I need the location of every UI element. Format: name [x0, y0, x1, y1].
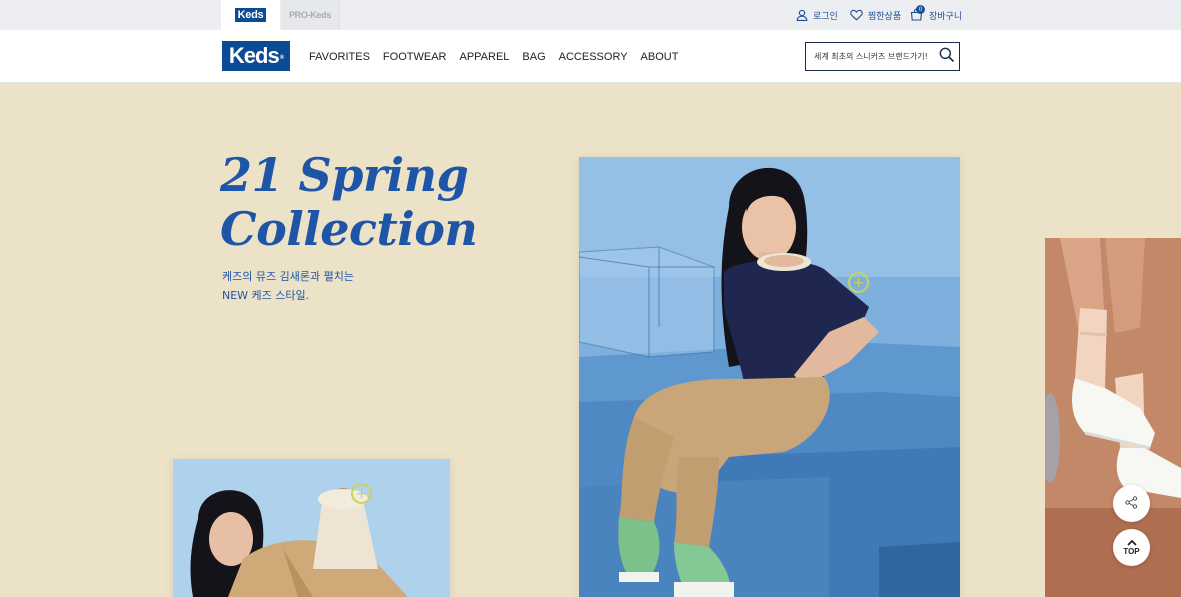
search-input[interactable]	[806, 52, 933, 61]
keds-logo[interactable]: Keds ®	[222, 41, 290, 71]
hero-subtitle-line-1: 케즈의 뮤즈 김새론과 펼치는	[222, 270, 354, 283]
keds-mini-logo: Keds	[234, 8, 267, 22]
brand-tab-pro-keds[interactable]: PRO-Keds	[281, 0, 340, 30]
nav-about[interactable]: ABOUT	[641, 51, 679, 63]
main-header: Keds ® FAVORITES FOOTWEAR APPAREL BAG ACC…	[0, 30, 1181, 83]
user-icon	[796, 9, 808, 21]
main-nav: FAVORITES FOOTWEAR APPAREL BAG ACCESSORY…	[309, 30, 691, 83]
cart-icon: 0	[910, 5, 925, 22]
nav-bag[interactable]: BAG	[522, 51, 545, 63]
hero-subtitle: 케즈의 뮤즈 김새론과 펼치는 NEW 케즈 스타일.	[222, 267, 354, 305]
top-label: TOP	[1123, 546, 1140, 556]
scroll-top-button[interactable]: TOP	[1113, 529, 1150, 566]
login-label: 로그인	[813, 11, 838, 22]
logo-text: Keds	[228, 43, 280, 68]
cart-label: 장바구니	[929, 11, 963, 22]
cart-link[interactable]: 0 장바구니	[910, 0, 962, 30]
wishlist-label: 찜한상품	[868, 11, 902, 22]
nav-accessory[interactable]: ACCESSORY	[559, 51, 628, 63]
share-icon	[1125, 494, 1138, 513]
nav-apparel[interactable]: APPAREL	[459, 51, 509, 63]
main-hero-photo[interactable]: +	[579, 157, 960, 597]
search-button[interactable]	[933, 43, 959, 70]
hero-title-line-2: Collection	[220, 202, 478, 256]
brand-tab-keds[interactable]: Keds	[221, 0, 280, 30]
heart-icon	[850, 9, 863, 21]
product-hotspot-plus-icon-2[interactable]: +	[351, 483, 372, 504]
secondary-photo-bag[interactable]: +	[173, 459, 450, 597]
search-icon	[939, 47, 954, 66]
hero-title-line-1: 21 Spring	[220, 148, 469, 202]
hero-title: 21 Spring Collection	[220, 148, 478, 256]
pro-keds-logo: PRO-Keds	[288, 10, 332, 20]
product-hotspot-plus-icon[interactable]: +	[848, 272, 869, 293]
top-utility-bar: Keds PRO-Keds 로그인 찜한상품 0 장바구니	[0, 0, 1181, 30]
nav-favorites[interactable]: FAVORITES	[309, 51, 370, 63]
nav-footwear[interactable]: FOOTWEAR	[383, 51, 447, 63]
login-link[interactable]: 로그인	[796, 0, 838, 30]
wishlist-link[interactable]: 찜한상품	[850, 0, 901, 30]
hero-subtitle-line-2: NEW 케즈 스타일.	[222, 289, 310, 302]
cart-count-badge: 0	[916, 5, 925, 14]
search-box	[805, 42, 960, 71]
share-button[interactable]	[1113, 485, 1150, 522]
registered-mark: ®	[279, 55, 285, 61]
